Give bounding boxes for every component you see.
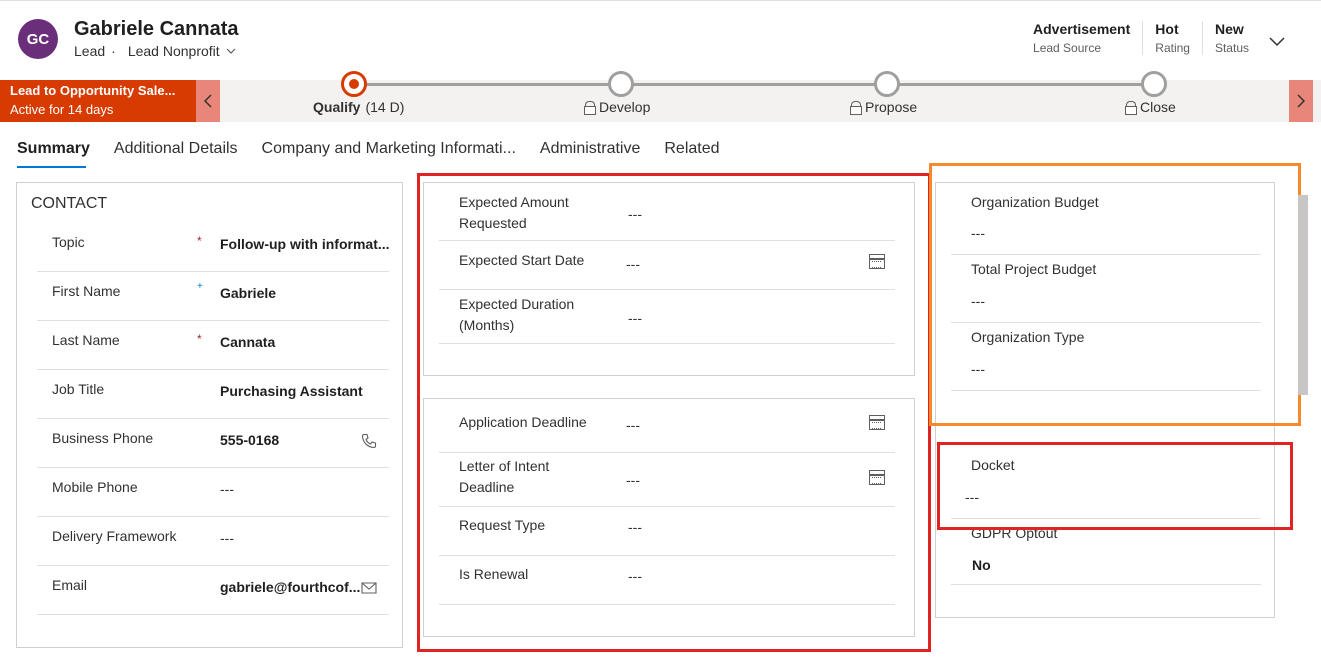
header-field-value: New <box>1214 21 1244 37</box>
process-name: Lead to Opportunity Sale... <box>10 83 176 98</box>
stage-name: Develop <box>599 99 651 115</box>
separator: · <box>111 43 116 59</box>
field-value[interactable]: Cannata <box>220 334 275 350</box>
highlight-box-organization <box>929 163 1301 426</box>
field-label: Job Title <box>52 381 105 397</box>
required-indicator: * <box>197 234 202 248</box>
stage-connector <box>353 83 1153 86</box>
field-row-email[interactable]: Email gabriele@fourthcof... <box>37 566 389 615</box>
field-value[interactable]: Gabriele <box>220 285 276 301</box>
stage-name: Qualify <box>313 99 361 115</box>
header-field-rating[interactable]: Hot Rating <box>1142 21 1202 55</box>
chevron-right-icon <box>1297 94 1305 108</box>
record-header: GC Gabriele Cannata Lead · Lead Nonprofi… <box>0 0 1321 80</box>
process-duration: Active for 14 days <box>10 102 114 117</box>
bpf-next-button[interactable] <box>1289 80 1313 122</box>
field-value[interactable]: 555-0168 <box>220 432 279 448</box>
field-row-last-name[interactable]: Last Name * Cannata <box>37 321 389 370</box>
field-row-mobile-phone[interactable]: Mobile Phone --- <box>37 468 389 517</box>
field-row-first-name[interactable]: First Name + Gabriele <box>37 272 389 321</box>
field-value[interactable]: Purchasing Assistant <box>220 383 363 399</box>
field-value[interactable]: --- <box>220 530 234 546</box>
header-field-label: Status <box>1214 41 1249 55</box>
lock-icon <box>1125 101 1137 115</box>
lock-icon <box>850 101 862 115</box>
business-process-flow: Lead to Opportunity Sale... Active for 1… <box>0 71 1321 122</box>
header-fields: Advertisement Lead Source Hot Rating New… <box>1021 21 1261 55</box>
entity-name: Lead <box>74 43 106 59</box>
tab-additional-details[interactable]: Additional Details <box>114 140 262 168</box>
tab-company-marketing[interactable]: Company and Marketing Informati... <box>262 140 540 168</box>
chevron-down-icon[interactable] <box>226 48 236 54</box>
stage-label-propose[interactable]: Propose <box>850 99 917 115</box>
field-row-business-phone[interactable]: Business Phone 555-0168 <box>37 419 389 468</box>
field-row-topic[interactable]: Topic * Follow-up with informat... <box>37 223 390 272</box>
recommended-indicator: + <box>197 281 203 292</box>
required-indicator: * <box>197 332 202 346</box>
field-row-job-title[interactable]: Job Title Purchasing Assistant <box>37 370 389 419</box>
send-email-icon[interactable] <box>361 581 377 595</box>
tab-related[interactable]: Related <box>664 140 743 168</box>
stage-node-propose[interactable] <box>874 71 900 97</box>
highlight-box-docket <box>937 442 1293 530</box>
tab-summary[interactable]: Summary <box>17 140 114 168</box>
field-label: Business Phone <box>52 430 154 446</box>
field-value[interactable]: No <box>972 557 991 573</box>
form-tabs: Summary Additional Details Company and M… <box>17 140 744 168</box>
record-subtitle: Lead · Lead Nonprofit <box>74 43 236 59</box>
header-field-value: Hot <box>1155 21 1179 37</box>
stage-name: Propose <box>865 99 918 115</box>
header-field-label: Rating <box>1155 41 1190 55</box>
highlight-box-funding <box>417 173 931 652</box>
lock-icon <box>584 101 596 115</box>
field-value[interactable]: gabriele@fourthcof... <box>220 579 360 595</box>
stage-node-develop[interactable] <box>608 71 634 97</box>
field-row-delivery-framework[interactable]: Delivery Framework --- <box>37 517 389 566</box>
field-value[interactable]: --- <box>220 481 234 497</box>
field-label: Last Name <box>52 332 120 348</box>
contact-section: CONTACT Topic * Follow-up with informat.… <box>16 182 403 648</box>
header-field-value: Advertisement <box>1033 21 1131 37</box>
field-label: First Name <box>52 283 121 299</box>
form-selector[interactable]: Lead Nonprofit <box>128 43 220 59</box>
field-label: Topic <box>52 234 85 250</box>
stage-label-qualify[interactable]: Qualify (14 D) <box>313 99 404 115</box>
header-field-label: Lead Source <box>1033 41 1102 55</box>
field-label: Email <box>52 577 88 593</box>
phone-icon[interactable] <box>361 433 377 449</box>
header-field-lead-source[interactable]: Advertisement Lead Source <box>1021 21 1142 55</box>
avatar: GC <box>18 19 58 59</box>
expand-header-chevron-icon[interactable] <box>1269 37 1285 47</box>
tab-administrative[interactable]: Administrative <box>540 140 664 168</box>
chevron-left-icon <box>204 94 212 108</box>
stage-name: Close <box>1140 99 1176 115</box>
stage-label-close[interactable]: Close <box>1125 99 1176 115</box>
stage-duration: (14 D) <box>365 99 405 115</box>
stage-label-develop[interactable]: Develop <box>584 99 650 115</box>
bpf-prev-button[interactable] <box>196 80 220 122</box>
stage-node-close[interactable] <box>1141 71 1167 97</box>
stage-node-qualify[interactable] <box>341 71 367 97</box>
field-label: Delivery Framework <box>52 528 177 544</box>
record-title: Gabriele Cannata <box>74 18 239 40</box>
section-title: CONTACT <box>31 195 108 212</box>
field-value[interactable]: Follow-up with informat... <box>220 236 390 252</box>
header-field-status[interactable]: New Status <box>1201 21 1261 55</box>
scrollbar[interactable] <box>1298 195 1308 395</box>
process-flag[interactable]: Lead to Opportunity Sale... Active for 1… <box>0 80 196 122</box>
field-label: Mobile Phone <box>52 479 138 495</box>
